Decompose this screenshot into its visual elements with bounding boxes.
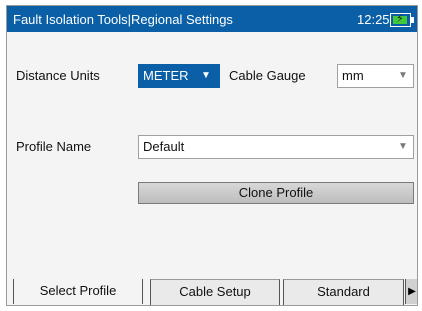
app-screen: Fault Isolation Tools|Regional Settings … [6,5,418,306]
tab-standard[interactable]: Standard [283,279,404,305]
tab-label: Cable Setup [179,284,251,299]
chevron-right-icon[interactable]: ▶ [405,279,417,304]
tab-select-profile[interactable]: Select Profile [13,279,143,304]
tab-label: Standard [317,284,370,299]
clock: 12:25 [357,12,390,27]
cable-gauge-value: mm [342,68,364,83]
chevron-down-icon: ▼ [398,70,408,81]
distance-units-dropdown[interactable]: METER ▼ [138,64,220,88]
title-bar: Fault Isolation Tools|Regional Settings … [7,6,417,32]
window-title: Fault Isolation Tools|Regional Settings [13,12,233,27]
cable-gauge-dropdown[interactable]: mm ▼ [337,64,414,88]
tab-label: Select Profile [39,283,117,298]
cable-gauge-label: Cable Gauge [229,68,306,83]
profile-name-value: Default [143,139,185,154]
battery-nub [411,17,414,23]
distance-units-value: METER [143,68,189,83]
profile-name-dropdown[interactable]: Default ▼ [138,135,414,159]
tab-bar: Select Profile Cable Setup Standard ▶ [7,279,417,305]
charging-bolt-icon: ⚡ [396,13,404,25]
chevron-down-icon: ▼ [398,141,408,152]
profile-name-label: Profile Name [16,139,92,154]
distance-units-label: Distance Units [16,68,100,83]
chevron-down-icon: ▼ [201,70,211,81]
tab-cable-setup[interactable]: Cable Setup [150,279,280,305]
battery-charging-icon: ⚡ [390,13,414,27]
clone-profile-button[interactable]: Clone Profile [138,182,414,204]
